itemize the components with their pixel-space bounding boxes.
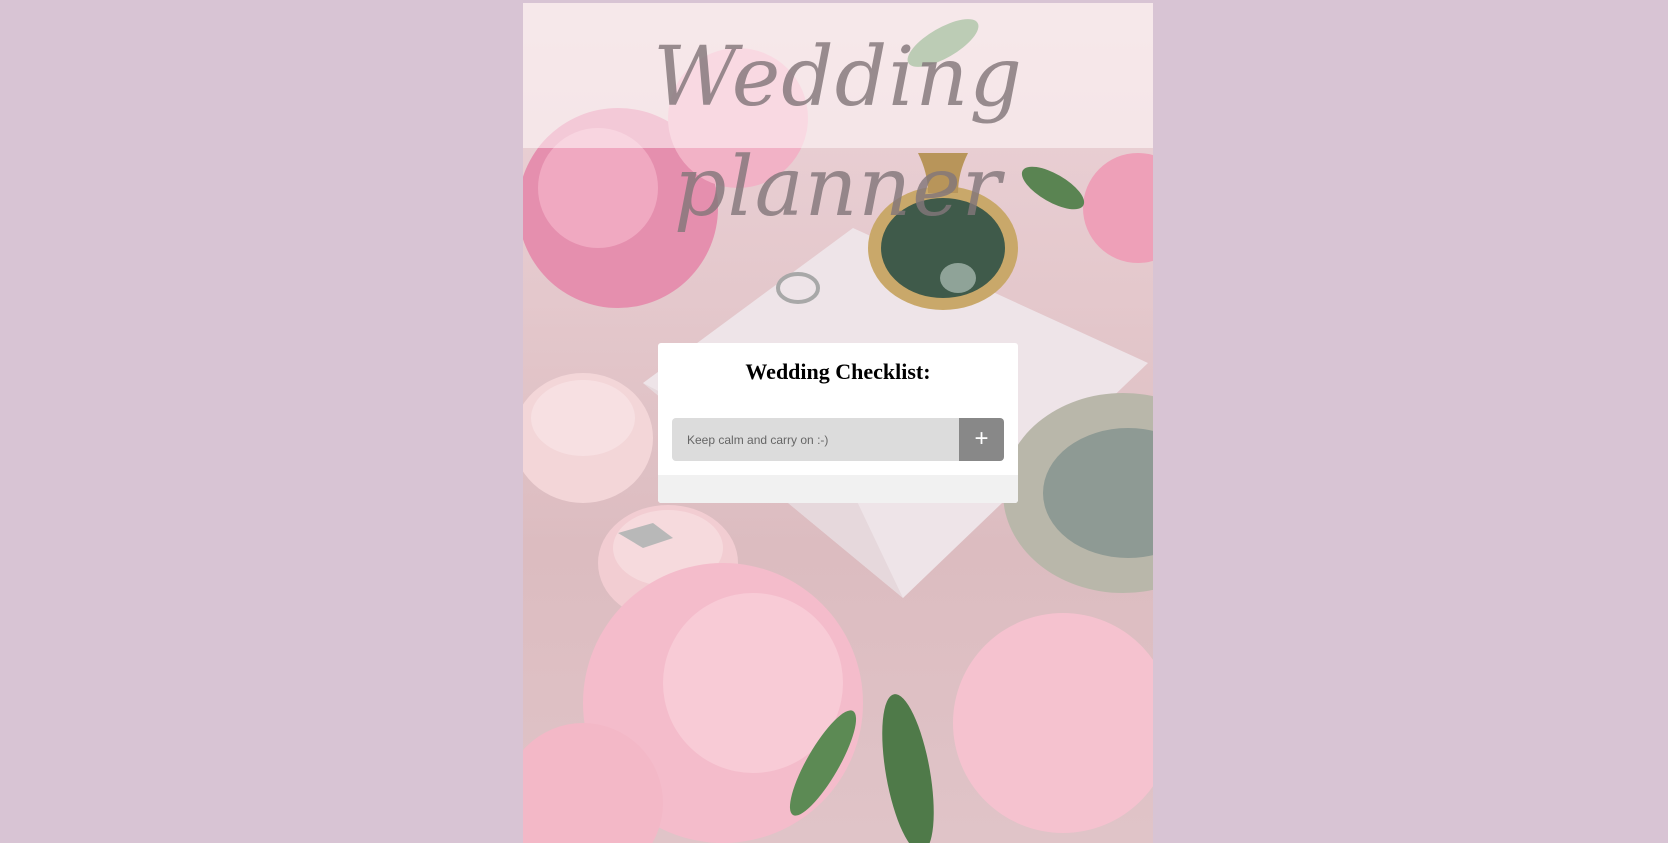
todo-input[interactable] [672, 418, 959, 461]
ring-box-left-lid [531, 380, 635, 456]
checklist-card: Wedding Checklist: + [658, 343, 1018, 503]
checklist-heading: Wedding Checklist: [745, 359, 931, 384]
page: Wedding planner Wedding Checklist: + [0, 0, 1668, 843]
peony-bottom-right [953, 613, 1153, 833]
add-item-button[interactable]: + [959, 418, 1004, 461]
plus-icon: + [974, 425, 989, 452]
mirror-reflection [940, 263, 976, 293]
checklist-items [658, 475, 1018, 503]
page-title: Wedding planner [653, 30, 1023, 235]
leaf-bottom [882, 694, 934, 843]
